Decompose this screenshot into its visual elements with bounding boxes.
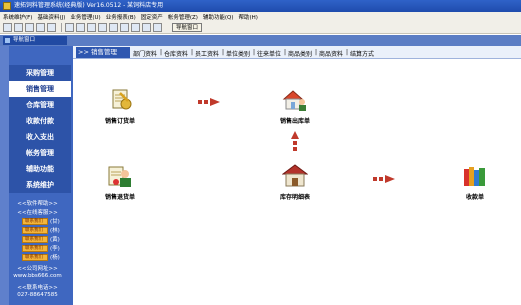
sidebar-item-purchase[interactable]: 采购管理 bbox=[9, 65, 71, 81]
qq-contact[interactable]: 联系我们 (李) bbox=[22, 244, 60, 252]
title-bar: 速拓饲料管理系统(经典版) Ver16.0512 - 某饲料店专用 bbox=[0, 0, 521, 12]
qq-badge[interactable]: 联系我们 bbox=[22, 244, 48, 252]
stock-detail-label: 库存明细表 bbox=[279, 194, 310, 201]
menu-system[interactable]: 系统维护(F) bbox=[3, 13, 32, 21]
sidebar-item-income-expense[interactable]: 收入支出 bbox=[9, 129, 71, 145]
menu-bar: 系统维护(F) 基础资料(J) 业务管理(U) 业务报表(B) 固定资产 帐务管… bbox=[0, 12, 521, 22]
sidebar-item-warehouse[interactable]: 仓库管理 bbox=[9, 97, 71, 113]
cut-icon[interactable] bbox=[65, 23, 74, 32]
qq-badge[interactable]: 联系我们 bbox=[22, 235, 48, 243]
refresh-icon[interactable] bbox=[142, 23, 151, 32]
section-title: >> 销售管理 bbox=[76, 47, 130, 58]
flow-arrow-up-icon bbox=[291, 131, 299, 151]
sales-out-icon bbox=[282, 87, 308, 113]
sales-order-label: 销售订货单 bbox=[104, 118, 135, 125]
open-icon[interactable] bbox=[14, 23, 23, 32]
receipt-label: 收款单 bbox=[465, 194, 484, 201]
menu-basic-data[interactable]: 基础资料(J) bbox=[37, 13, 65, 21]
sidebar-edge bbox=[0, 46, 9, 305]
website-link[interactable]: www.bbs666.com bbox=[4, 273, 71, 279]
qq-contact-name: (黄) bbox=[50, 237, 60, 243]
flow-arrow-right-icon bbox=[198, 98, 220, 106]
menu-business[interactable]: 业务管理(U) bbox=[70, 13, 100, 21]
tab-settlement[interactable]: 结算方式 bbox=[350, 49, 374, 58]
receipt-module[interactable]: 收款单 bbox=[445, 163, 505, 201]
books-icon bbox=[462, 163, 488, 189]
qq-contact[interactable]: 联系我们 (杨) bbox=[22, 253, 60, 261]
sales-return-icon bbox=[107, 163, 133, 189]
paste-icon[interactable] bbox=[87, 23, 96, 32]
qq-contact-name: (甘) bbox=[50, 219, 60, 225]
qq-header: <<在线客服>> bbox=[17, 210, 58, 216]
tab-divider: | bbox=[160, 49, 163, 56]
menu-auxiliary[interactable]: 辅助功能(Q) bbox=[203, 13, 234, 21]
exit-icon[interactable] bbox=[153, 23, 162, 32]
sidebar-item-system[interactable]: 系统维护 bbox=[9, 177, 71, 193]
app-icon bbox=[3, 2, 11, 10]
sidebar-item-sales[interactable]: 销售管理 bbox=[9, 81, 71, 97]
qq-contact-name: (林) bbox=[50, 228, 60, 234]
sidebar-item-auxiliary[interactable]: 辅助功能 bbox=[9, 161, 71, 177]
tab-partners[interactable]: 往来单位 bbox=[257, 49, 281, 58]
sales-out-module[interactable]: 销售出库单 bbox=[265, 87, 325, 125]
window-title: 速拓饲料管理系统(经典版) Ver16.0512 - 某饲料店专用 bbox=[14, 2, 164, 9]
qq-badge[interactable]: 联系我们 bbox=[22, 253, 48, 261]
qq-contact[interactable]: 联系我们 (甘) bbox=[22, 217, 60, 225]
flow-arrow-right-icon bbox=[373, 175, 395, 183]
sidebar-item-accounts[interactable]: 帐务管理 bbox=[9, 145, 71, 161]
sales-order-module[interactable]: 销售订货单 bbox=[90, 87, 150, 125]
sales-return-module[interactable]: 销售退货单 bbox=[90, 163, 150, 201]
main-panel: >> 销售管理 部门资料 | 仓库资料 | 员工资料 | 单位类别 | 往来单位… bbox=[73, 46, 521, 305]
sidebar: 采购管理 销售管理 仓库管理 收款付款 收入支出 帐务管理 辅助功能 系统维护 … bbox=[0, 46, 73, 305]
phone-number: 027-88647585 bbox=[17, 292, 58, 298]
calendar-icon[interactable] bbox=[131, 23, 140, 32]
qq-contact[interactable]: 联系我们 (黄) bbox=[22, 235, 60, 243]
qq-badge[interactable]: 联系我们 bbox=[22, 226, 48, 234]
menu-reports[interactable]: 业务报表(B) bbox=[106, 13, 136, 21]
quick-links-bar: >> 销售管理 部门资料 | 仓库资料 | 员工资料 | 单位类别 | 往来单位… bbox=[73, 46, 521, 59]
nav-window-button[interactable]: 导航窗口 bbox=[172, 23, 203, 32]
menu-fixed-assets[interactable]: 固定资产 bbox=[141, 13, 163, 21]
qq-contact-name: (杨) bbox=[50, 255, 60, 261]
calculator-icon[interactable] bbox=[120, 23, 129, 32]
tab-divider: | bbox=[253, 49, 256, 56]
website-header: <<公司网址>> bbox=[17, 266, 58, 272]
qq-contact[interactable]: 联系我们 (林) bbox=[22, 226, 60, 234]
phone-header: <<联系电话>> bbox=[17, 285, 58, 291]
panel-title: 导航窗口 bbox=[3, 36, 67, 45]
preview-icon[interactable] bbox=[47, 23, 56, 32]
tab-warehouses[interactable]: 仓库资料 bbox=[164, 49, 188, 58]
tab-divider: | bbox=[222, 49, 225, 56]
sidebar-item-payments[interactable]: 收款付款 bbox=[9, 113, 71, 129]
sales-out-label: 销售出库单 bbox=[279, 118, 310, 125]
tab-divider: | bbox=[346, 49, 349, 56]
stock-detail-module[interactable]: 库存明细表 bbox=[265, 163, 325, 201]
toolbar-divider bbox=[61, 23, 62, 32]
sales-return-label: 销售退货单 bbox=[104, 194, 135, 201]
tab-departments[interactable]: 部门资料 bbox=[133, 49, 157, 58]
delete-icon[interactable] bbox=[98, 23, 107, 32]
sales-order-icon bbox=[107, 87, 133, 113]
toolbar: 导航窗口 bbox=[0, 22, 521, 34]
qq-badge[interactable]: 联系我们 bbox=[22, 217, 48, 225]
copy-icon[interactable] bbox=[76, 23, 85, 32]
menu-help[interactable]: 帮助(H) bbox=[239, 13, 258, 21]
new-icon[interactable] bbox=[3, 23, 12, 32]
tab-product-categories[interactable]: 商品类别 bbox=[288, 49, 312, 58]
help-link[interactable]: <<软件帮助>> bbox=[4, 199, 71, 207]
tab-divider: | bbox=[284, 49, 287, 56]
find-icon[interactable] bbox=[109, 23, 118, 32]
qq-contact-name: (李) bbox=[50, 246, 60, 252]
tab-employees[interactable]: 员工资料 bbox=[195, 49, 219, 58]
save-icon[interactable] bbox=[25, 23, 34, 32]
tab-divider: | bbox=[191, 49, 194, 56]
panel-header: 导航窗口 bbox=[0, 35, 521, 46]
print-icon[interactable] bbox=[36, 23, 45, 32]
warehouse-icon bbox=[281, 163, 309, 189]
tab-divider: | bbox=[315, 49, 318, 56]
menu-accounts[interactable]: 帐务管理(Z) bbox=[168, 13, 198, 21]
tab-unit-categories[interactable]: 单位类别 bbox=[226, 49, 250, 58]
tab-products[interactable]: 商品资料 bbox=[319, 49, 343, 58]
